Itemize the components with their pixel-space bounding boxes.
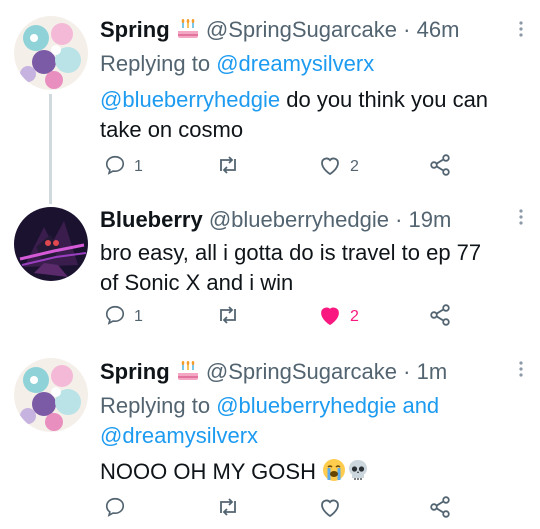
retweet-button[interactable] <box>216 154 248 180</box>
tweet-header: Spring @SpringSugarcake · 46m <box>100 16 508 47</box>
like-button[interactable] <box>318 496 342 522</box>
reply-button[interactable]: 1 <box>104 304 143 330</box>
share-button[interactable] <box>428 153 452 181</box>
tweet-text-line: NOOO OH MY GOSH <box>100 459 316 484</box>
user-handle[interactable]: @SpringSugarcake <box>206 359 397 384</box>
tweet-text-line: of Sonic X and i win <box>100 270 294 295</box>
more-options-icon[interactable] <box>516 20 526 38</box>
user-handle[interactable]: @SpringSugarcake <box>206 17 397 42</box>
retweet-button[interactable] <box>216 496 240 522</box>
tweet-header: Spring @SpringSugarcake · 1m <box>100 358 508 389</box>
reply-count: 1 <box>134 158 143 175</box>
reply-button[interactable]: 1 <box>104 154 143 180</box>
separator-dot: · <box>403 17 411 42</box>
retweet-button[interactable] <box>216 304 248 330</box>
reply-count: 1 <box>134 308 143 325</box>
reply-button[interactable] <box>104 496 126 522</box>
tweet-text: NOOO OH MY GOSH <box>100 457 508 490</box>
replying-to-line: Replying to @dreamysilverx <box>100 49 508 79</box>
share-button[interactable] <box>428 303 452 331</box>
birthday-cake-icon <box>176 360 200 389</box>
heart-icon <box>318 496 342 523</box>
retweet-icon <box>216 154 240 181</box>
retweet-icon <box>216 496 240 523</box>
retweet-icon <box>216 304 240 331</box>
skull-icon <box>346 458 370 490</box>
separator-dot: · <box>395 207 403 232</box>
tweet-text-line: do you think you can <box>280 87 489 112</box>
timestamp[interactable]: 1m <box>417 359 448 384</box>
like-button[interactable]: 2 <box>318 154 359 180</box>
display-name[interactable]: Spring <box>100 359 170 384</box>
mention-link[interactable]: @dreamysilverx <box>100 423 258 448</box>
display-name[interactable]: Spring <box>100 17 170 42</box>
avatar[interactable] <box>14 16 88 90</box>
heart-icon <box>318 304 342 331</box>
replying-join[interactable]: and <box>402 393 439 418</box>
tweet-text: @blueberryhedgie do you think you can ta… <box>100 85 508 145</box>
birthday-cake-icon <box>176 18 200 47</box>
avatar[interactable] <box>14 207 88 281</box>
like-count: 2 <box>350 308 359 325</box>
tweet-text: bro easy, all i gotta do is travel to ep… <box>100 238 508 298</box>
more-options-icon[interactable] <box>516 360 526 378</box>
replying-to-line: Replying to @blueberryhedgie and @dreamy… <box>100 391 508 451</box>
tweet-text-line: take on cosmo <box>100 117 244 142</box>
mention-link[interactable]: @dreamysilverx <box>216 51 374 76</box>
more-options-icon[interactable] <box>516 208 526 226</box>
display-name[interactable]: Blueberry <box>100 207 203 232</box>
loudly-crying-face-icon <box>322 458 346 490</box>
avatar[interactable] <box>14 358 88 432</box>
tweet-text-line: bro easy, all i gotta do is travel to ep… <box>100 240 482 265</box>
heart-icon <box>318 154 342 181</box>
like-button[interactable]: 2 <box>318 304 359 330</box>
timestamp[interactable]: 46m <box>417 17 460 42</box>
tweet-header: Blueberry @blueberryhedgie · 19m <box>100 206 508 234</box>
reply-icon <box>104 304 126 331</box>
replying-prefix: Replying to <box>100 51 211 76</box>
separator-dot: · <box>403 359 411 384</box>
mention-link[interactable]: @blueberryhedgie <box>216 393 396 418</box>
replying-prefix: Replying to <box>100 393 211 418</box>
share-icon <box>428 153 452 181</box>
share-button[interactable] <box>428 495 452 523</box>
user-handle[interactable]: @blueberryhedgie <box>209 207 389 232</box>
mention-link[interactable]: @blueberryhedgie <box>100 87 280 112</box>
reply-icon <box>104 496 126 523</box>
thread-line <box>49 94 52 204</box>
reply-icon <box>104 154 126 181</box>
share-icon <box>428 303 452 331</box>
like-count: 2 <box>350 158 359 175</box>
timestamp[interactable]: 19m <box>409 207 452 232</box>
share-icon <box>428 495 452 523</box>
